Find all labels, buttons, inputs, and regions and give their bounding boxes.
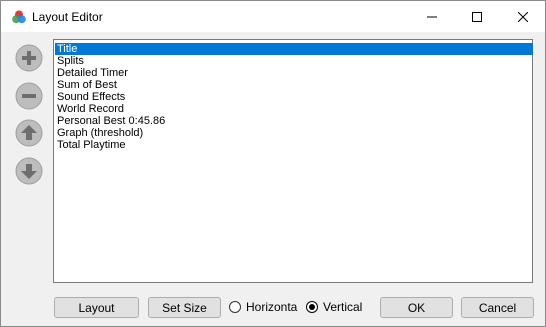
list-item-splits[interactable]: Splits xyxy=(55,55,84,67)
layout-button[interactable]: Layout xyxy=(54,297,139,318)
title-bar[interactable]: Layout Editor xyxy=(1,1,545,32)
list-item-sum-of-best[interactable]: Sum of Best xyxy=(55,79,117,91)
add-component-button[interactable] xyxy=(15,44,43,72)
list-item-title[interactable]: Title xyxy=(55,43,533,55)
layout-editor-window: Layout Editor Title Splits Detailed Time… xyxy=(0,0,546,327)
horizontal-radio-label: Horizonta xyxy=(246,300,298,314)
vertical-radio-label: Vertical xyxy=(323,300,363,314)
list-item-graph[interactable]: Graph (threshold) xyxy=(55,127,143,139)
remove-component-button[interactable] xyxy=(15,82,43,110)
arrow-up-icon xyxy=(15,119,43,147)
list-item-world-record[interactable]: World Record xyxy=(55,103,124,115)
arrow-down-icon xyxy=(15,157,43,185)
horizontal-radio-circle[interactable] xyxy=(229,301,241,313)
list-item-personal-best[interactable]: Personal Best 0:45.86 xyxy=(55,115,165,127)
window-title: Layout Editor xyxy=(32,10,103,24)
radio-selected-dot xyxy=(309,304,315,310)
vertical-radio[interactable]: Vertical xyxy=(306,298,362,316)
maximize-icon xyxy=(472,11,482,22)
horizontal-radio[interactable]: Horizonta xyxy=(229,298,297,316)
plus-icon xyxy=(15,44,43,72)
vertical-radio-circle[interactable] xyxy=(306,301,318,313)
list-item-detailed-timer[interactable]: Detailed Timer xyxy=(55,67,128,79)
close-button[interactable] xyxy=(500,1,546,32)
ok-button[interactable]: OK xyxy=(380,297,453,318)
move-up-button[interactable] xyxy=(15,119,43,147)
close-icon xyxy=(518,11,528,22)
move-down-button[interactable] xyxy=(15,157,43,185)
minimize-icon xyxy=(427,12,437,22)
cancel-button[interactable]: Cancel xyxy=(461,297,534,318)
list-item-sound-effects[interactable]: Sound Effects xyxy=(55,91,125,103)
app-logo-icon xyxy=(11,9,27,25)
minimize-button[interactable] xyxy=(409,1,455,32)
set-size-button[interactable]: Set Size xyxy=(148,297,221,318)
maximize-button[interactable] xyxy=(454,1,500,32)
component-list[interactable]: Title Splits Detailed Timer Sum of Best … xyxy=(53,39,533,283)
minus-icon xyxy=(15,82,43,110)
list-item-total-playtime[interactable]: Total Playtime xyxy=(55,139,125,151)
